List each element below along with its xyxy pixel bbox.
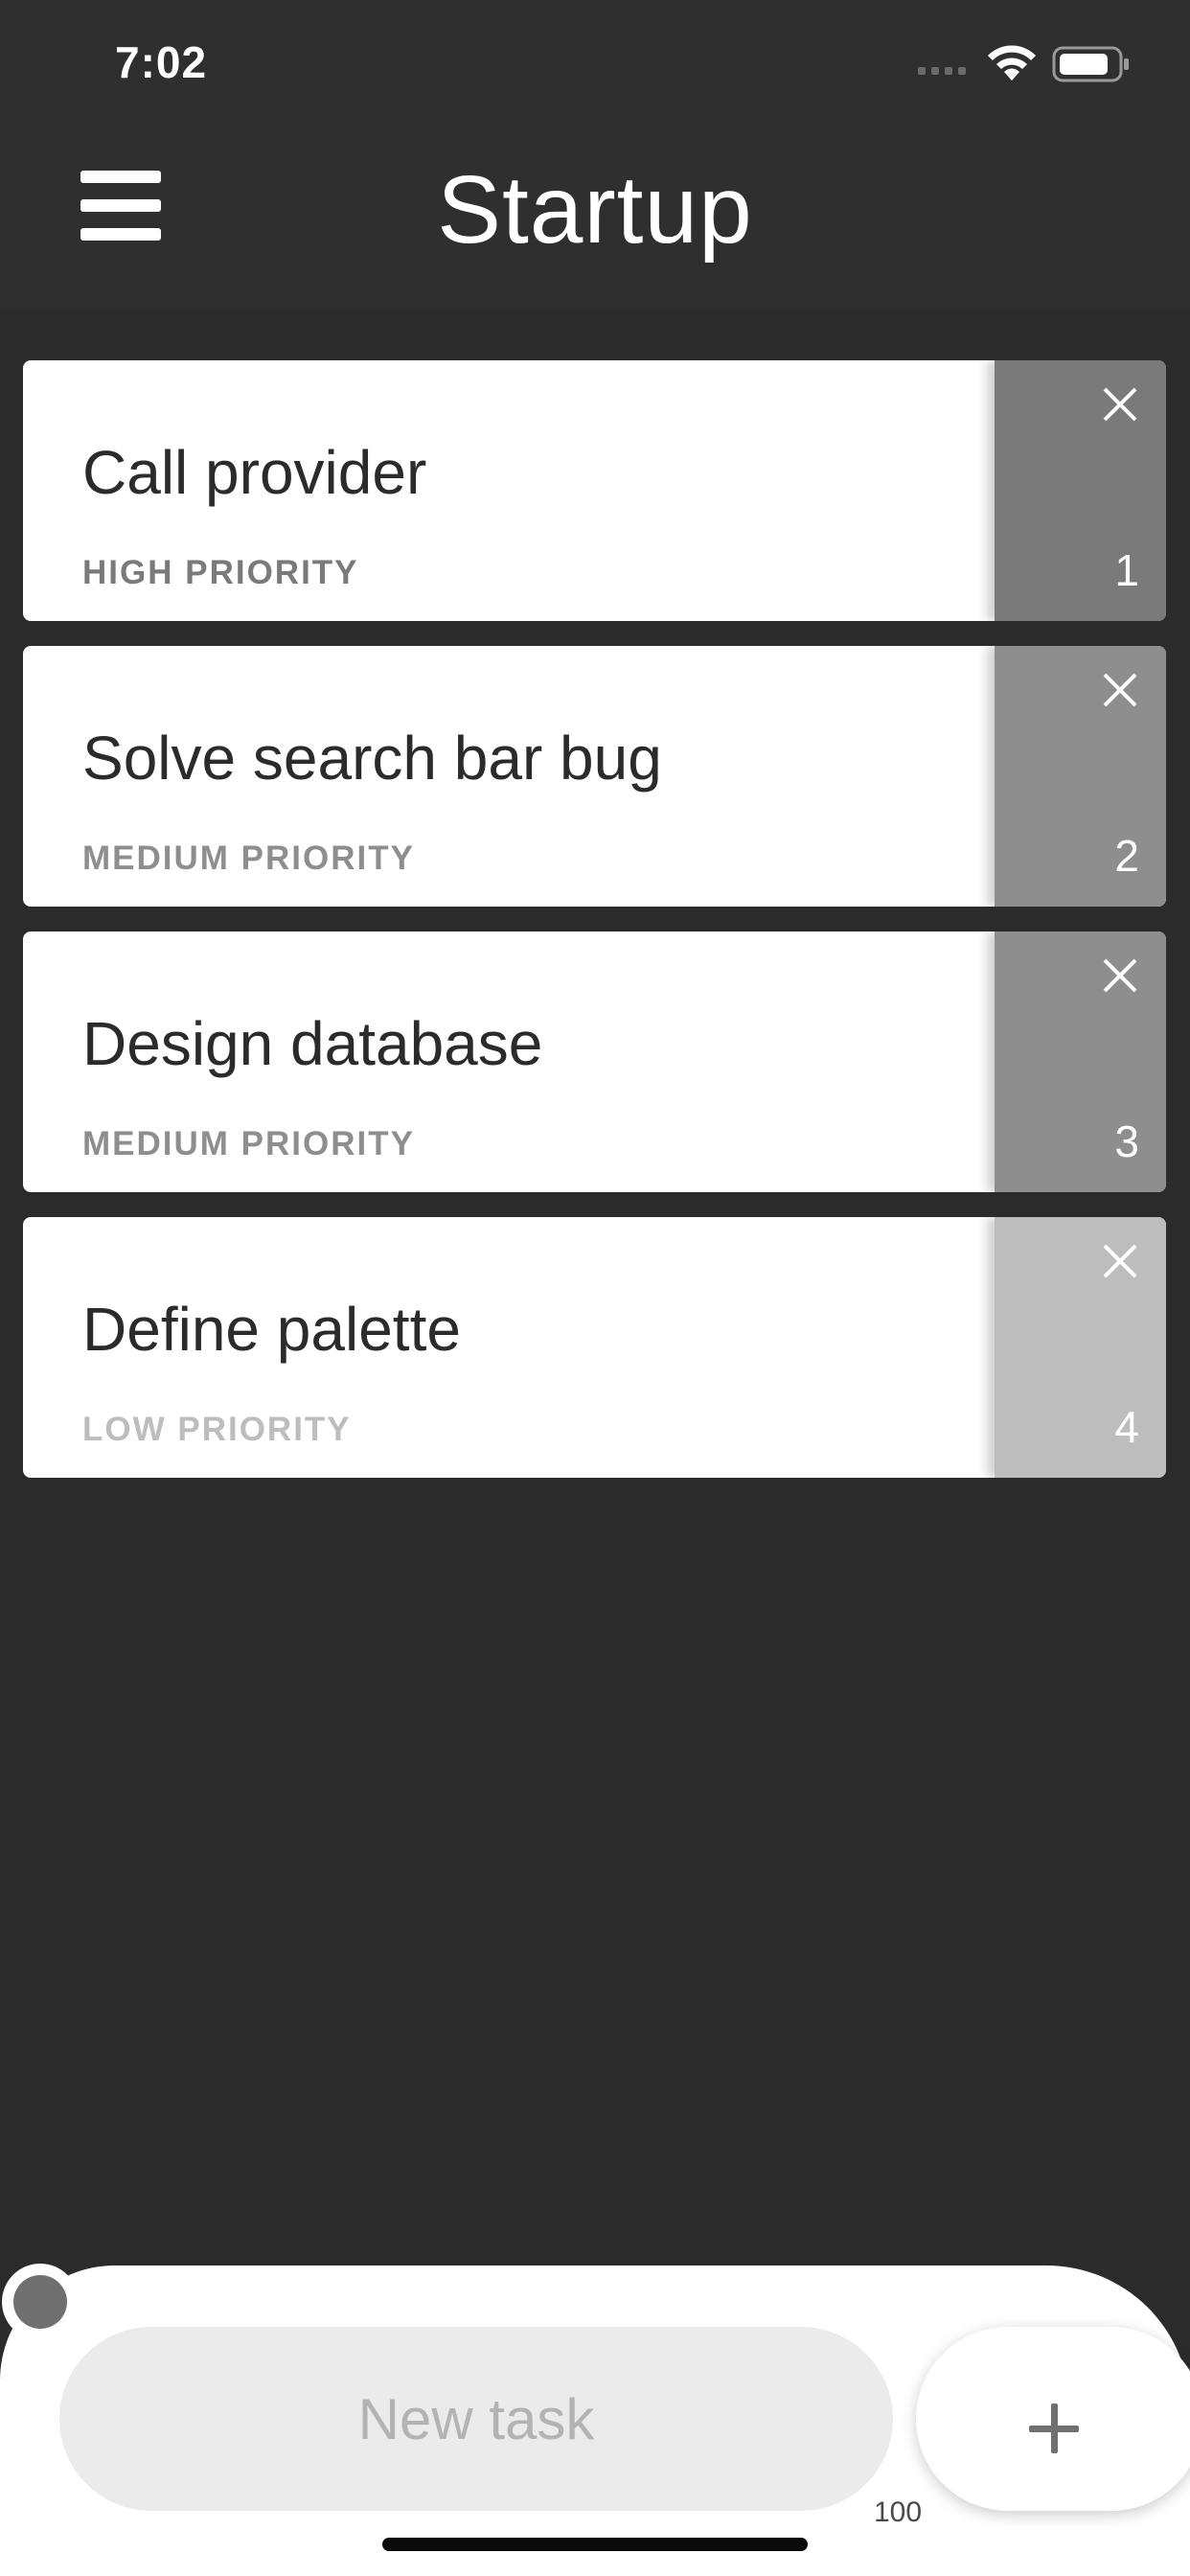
drag-handle[interactable] — [2, 2264, 79, 2340]
task-list: Call provider HIGH PRIORITY 1 Solve search … — [23, 360, 1166, 1503]
task-title: Solve search bar bug — [82, 724, 662, 793]
signal-dots-icon — [918, 67, 966, 75]
task-card[interactable]: Define palette LOW PRIORITY 4 — [23, 1217, 1166, 1478]
task-card[interactable]: Design database MEDIUM PRIORITY 3 — [23, 932, 1166, 1192]
task-number: 2 — [1114, 831, 1139, 881]
close-icon[interactable] — [1093, 949, 1147, 1002]
task-side-panel: 4 — [995, 1217, 1166, 1478]
task-card[interactable]: Call provider HIGH PRIORITY 1 — [23, 360, 1166, 621]
add-task-button[interactable] — [916, 2327, 1190, 2511]
task-title: Design database — [82, 1009, 543, 1078]
task-side-panel: 3 — [995, 932, 1166, 1192]
task-number: 1 — [1114, 545, 1139, 595]
task-priority-label: MEDIUM PRIORITY — [82, 1125, 415, 1162]
status-bar: 7:02 — [0, 0, 1190, 125]
home-indicator — [382, 2538, 808, 2551]
task-title: Call provider — [82, 438, 427, 507]
character-counter: 100 — [874, 2496, 923, 2528]
task-priority-label: MEDIUM PRIORITY — [82, 840, 415, 877]
status-time: 7:02 — [115, 37, 208, 87]
battery-icon — [1052, 46, 1129, 82]
app-screen: 7:02 Startup Call provider HIGH PRIORITY 1… — [0, 0, 1190, 2576]
task-number: 4 — [1114, 1402, 1139, 1452]
page-title: Startup — [437, 156, 753, 264]
close-icon[interactable] — [1093, 1234, 1147, 1288]
task-side-panel: 1 — [995, 360, 1166, 621]
task-number: 3 — [1114, 1116, 1139, 1166]
new-task-input[interactable] — [59, 2327, 893, 2511]
task-priority-label: LOW PRIORITY — [82, 1411, 352, 1448]
app-header: Startup — [0, 125, 1190, 309]
task-priority-label: HIGH PRIORITY — [82, 554, 359, 591]
task-card[interactable]: Solve search bar bug MEDIUM PRIORITY 2 — [23, 646, 1166, 907]
task-side-panel: 2 — [995, 646, 1166, 907]
drag-handle-knob — [13, 2275, 67, 2329]
wifi-icon — [988, 45, 1036, 80]
close-icon[interactable] — [1093, 378, 1147, 431]
task-title: Define palette — [82, 1295, 461, 1364]
close-icon[interactable] — [1093, 663, 1147, 717]
